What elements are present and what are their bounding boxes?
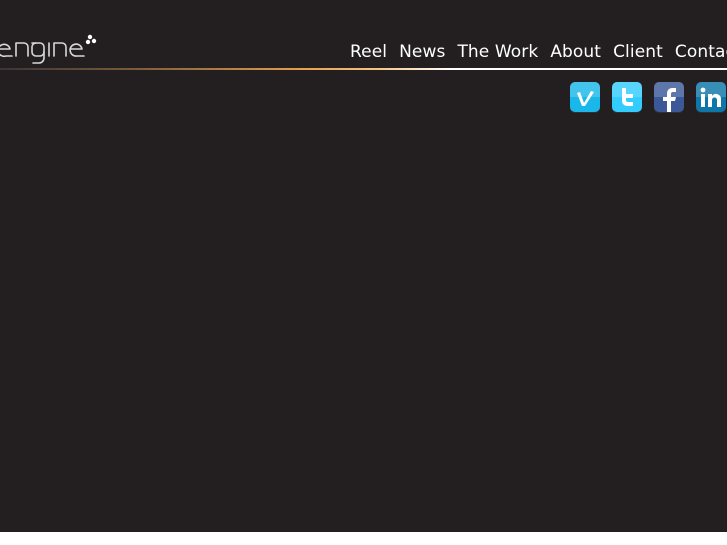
vimeo-icon[interactable] <box>570 82 600 112</box>
nav-reel[interactable]: Reel <box>344 42 393 62</box>
nav-client[interactable]: Client <box>607 42 669 62</box>
social-links <box>570 82 726 112</box>
facebook-icon[interactable] <box>654 82 684 112</box>
linkedin-icon[interactable] <box>696 82 726 112</box>
header-divider <box>0 68 727 70</box>
twitter-icon[interactable] <box>612 82 642 112</box>
page-bottom-edge <box>0 532 727 545</box>
engine-logo[interactable] <box>0 30 110 66</box>
nav-contact[interactable]: Contact <box>669 42 727 62</box>
main-nav: Reel News The Work About Client Contact <box>344 42 727 62</box>
nav-the-work[interactable]: The Work <box>451 42 544 62</box>
nav-news[interactable]: News <box>393 42 451 62</box>
nav-about[interactable]: About <box>544 42 607 62</box>
